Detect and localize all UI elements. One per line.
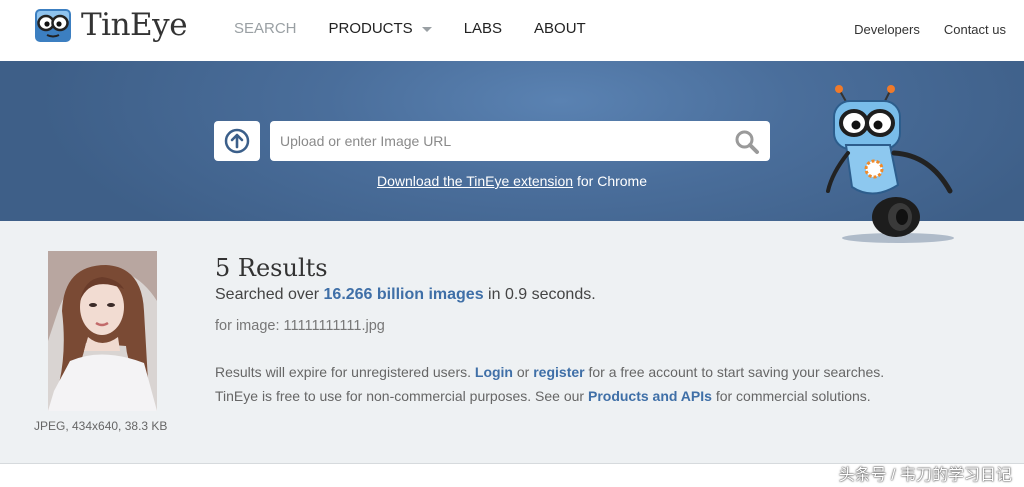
contact-us-link[interactable]: Contact us bbox=[944, 22, 1006, 37]
nav-labs-label: LABS bbox=[463, 20, 503, 37]
chevron-down-icon bbox=[421, 27, 432, 32]
download-extension-link[interactable]: Download the TinEye extension bbox=[377, 173, 573, 189]
watermark: 头条号 / 韦刀的学习日记 bbox=[838, 467, 1012, 484]
register-link[interactable]: register bbox=[533, 364, 584, 380]
logo-text: TinEye bbox=[81, 7, 188, 43]
search-box bbox=[270, 121, 770, 161]
nav-search[interactable]: SEARCH bbox=[234, 20, 297, 37]
note1-or: or bbox=[513, 364, 534, 380]
results-title: 5 Results bbox=[215, 254, 328, 282]
nav-products[interactable]: PRODUCTS bbox=[329, 20, 432, 37]
upload-button[interactable] bbox=[214, 121, 260, 161]
indexed-count: 16.266 billion images bbox=[323, 286, 484, 303]
tineye-robot-mascot-icon bbox=[826, 85, 954, 243]
portrait-photo bbox=[48, 251, 157, 411]
nav-products-label: PRODUCTS bbox=[328, 20, 413, 37]
products-apis-link[interactable]: Products and APIs bbox=[588, 388, 712, 404]
summary-suffix: in 0.9 seconds. bbox=[483, 286, 596, 303]
top-header: TinEye SEARCH PRODUCTS LABS ABOUT Develo… bbox=[0, 0, 1024, 61]
query-filename: for image: 11111111111.jpg bbox=[215, 318, 385, 334]
login-link[interactable]: Login bbox=[475, 364, 513, 380]
note2-prefix: TinEye is free to use for non-commercial… bbox=[215, 388, 588, 404]
note1-suffix: for a free account to start saving your … bbox=[584, 364, 885, 380]
search-hero: Download the TinEye extension for Chrome bbox=[0, 61, 1024, 243]
nav-about[interactable]: ABOUT bbox=[534, 20, 586, 37]
usage-notice: TinEye is free to use for non-commercial… bbox=[215, 388, 871, 404]
summary-prefix: Searched over bbox=[215, 286, 324, 303]
nav-labs[interactable]: LABS bbox=[464, 20, 502, 37]
developers-link[interactable]: Developers bbox=[854, 22, 920, 37]
note1-prefix: Results will expire for unregistered use… bbox=[215, 364, 475, 380]
upload-arrow-icon bbox=[224, 128, 250, 154]
query-image-thumbnail[interactable] bbox=[48, 251, 157, 411]
note2-suffix: for commercial solutions. bbox=[711, 388, 871, 404]
extension-suffix: for Chrome bbox=[573, 173, 648, 189]
top-links: Developers Contact us bbox=[830, 22, 1006, 37]
nav-search-label: SEARCH bbox=[234, 20, 297, 37]
nav-about-label: ABOUT bbox=[534, 20, 586, 37]
image-url-input[interactable] bbox=[280, 121, 720, 161]
image-meta: JPEG, 434x640, 38.3 KB bbox=[34, 419, 168, 433]
tineye-robot-logo-icon bbox=[35, 9, 71, 42]
expiry-notice: Results will expire for unregistered use… bbox=[215, 364, 884, 380]
tineye-logo[interactable]: TinEye bbox=[34, 7, 188, 43]
search-summary: Searched over 16.266 billion images in 0… bbox=[215, 286, 596, 304]
main-nav: SEARCH PRODUCTS LABS ABOUT bbox=[234, 20, 618, 37]
search-icon[interactable] bbox=[734, 129, 760, 155]
